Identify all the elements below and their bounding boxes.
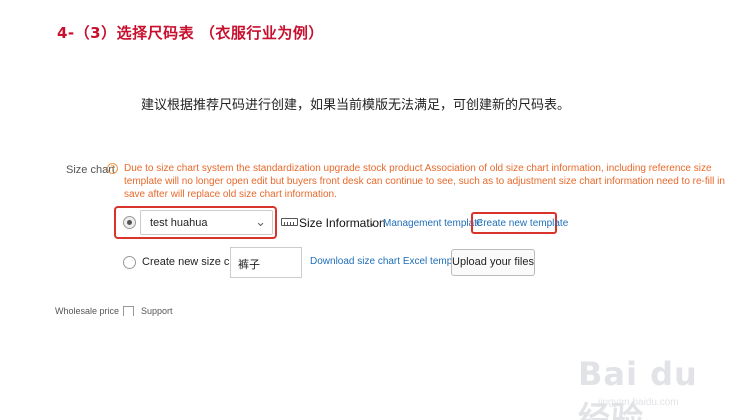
slide-title: 4-（3）选择尺码表 （衣服行业为例） [57,24,324,42]
wholesale-support-checkbox[interactable] [123,306,134,316]
chevron-down-icon: ⌄ [255,214,266,229]
caret-down-icon[interactable]: ∨ [369,218,376,229]
new-chart-radio[interactable] [123,256,136,269]
management-template-link[interactable]: Management template [383,218,483,229]
slide-note: 建议根据推荐尺码进行创建，如果当前模版无法满足，可创建新的尺码表。 [141,98,571,113]
baidu-jingyan-watermark: Bai du 经验 jingyan.baidu.com [568,355,738,420]
size-template-select-value: test huahua [150,217,208,229]
size-chart-name-input[interactable]: 裤子 [230,247,302,278]
wholesale-support-label: Support [141,306,173,316]
download-template-link[interactable]: Download size chart Excel template [310,256,468,267]
wholesale-price-label: Wholesale price [55,306,120,316]
size-chart-name-value: 裤子 [238,258,260,271]
watermark-url: jingyan.baidu.com [598,397,679,408]
watermark-logo: Bai du 经验 [578,355,698,420]
upload-files-button[interactable]: Upload your files [451,249,535,276]
size-template-select[interactable]: test huahua ⌄ [140,210,273,235]
question-circle-icon[interactable]: ? [107,163,118,174]
size-chart-section: Size chart ? Due to size chart system th… [0,150,746,316]
size-chart-warning: Due to size chart system the standardiza… [124,163,725,200]
create-new-template-link[interactable]: Create new template [476,218,568,229]
template-radio[interactable] [123,216,136,229]
ruler-icon [281,218,298,226]
